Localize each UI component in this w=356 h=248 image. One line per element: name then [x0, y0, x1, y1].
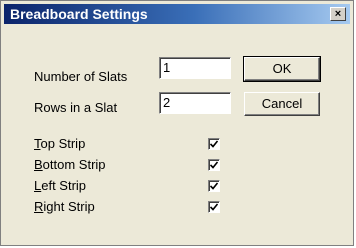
checkmark-icon	[210, 161, 218, 169]
top-strip-checkbox[interactable]	[208, 138, 220, 150]
checkmark-icon	[210, 140, 218, 148]
window-title: Breadboard Settings	[10, 6, 148, 22]
left-strip-label[interactable]: Left Strip	[34, 178, 86, 193]
bottom-strip-label[interactable]: Bottom Strip	[34, 157, 106, 172]
checkmark-icon	[210, 182, 218, 190]
number-of-slats-input[interactable]: 1	[159, 57, 231, 79]
right-strip-label[interactable]: Right Strip	[34, 199, 95, 214]
title-bar[interactable]: Breadboard Settings ×	[4, 4, 350, 24]
close-icon: ×	[334, 8, 342, 20]
checkmark-icon	[210, 203, 218, 211]
rows-in-slat-input[interactable]: 2	[159, 92, 231, 114]
ok-button[interactable]: OK	[243, 56, 321, 82]
close-button[interactable]: ×	[330, 7, 346, 21]
cancel-button[interactable]: Cancel	[244, 92, 320, 116]
bottom-strip-checkbox[interactable]	[208, 159, 220, 171]
left-strip-checkbox[interactable]	[208, 180, 220, 192]
rows-in-slat-label: Rows in a Slat	[34, 100, 118, 115]
top-strip-label[interactable]: Top Strip	[34, 136, 85, 151]
right-strip-checkbox[interactable]	[208, 201, 220, 213]
number-of-slats-label: Number of Slats	[34, 69, 128, 84]
breadboard-settings-dialog: Breadboard Settings × Number of Slats 1 …	[0, 0, 354, 246]
